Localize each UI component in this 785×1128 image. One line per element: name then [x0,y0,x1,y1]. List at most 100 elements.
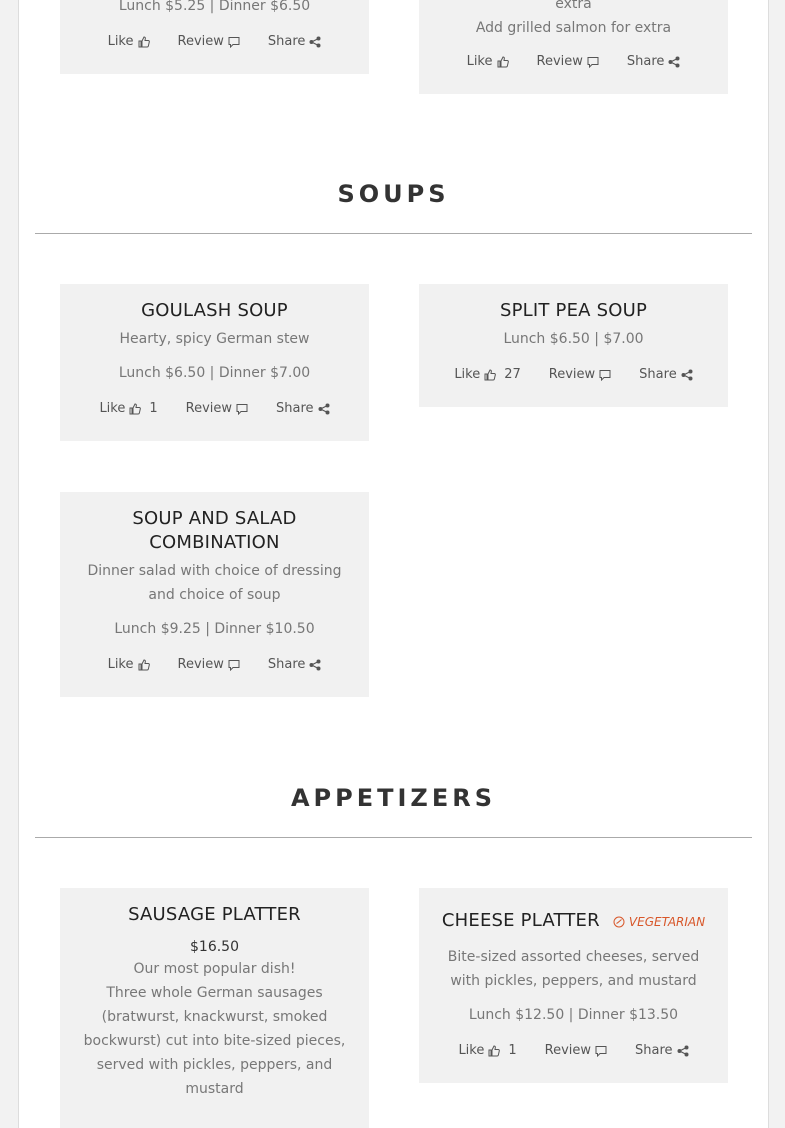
item-price: Lunch $6.50 | Dinner $7.00 [118,365,311,381]
menu-card-goulash-soup[interactable]: GOULASH SOUP Hearty, spicy German stew L… [60,284,369,441]
section-heading-soups: SOUPS [337,180,450,208]
item-description: extra [555,0,592,12]
share-icon [668,56,680,68]
comment-icon [228,37,240,48]
like-label: Like [107,657,134,672]
like-button[interactable]: Like [108,655,150,675]
item-description: Add grilled salmon for extra [475,20,672,36]
comment-icon [587,57,599,68]
item-name: GOULASH SOUP [141,300,288,321]
vegetarian-badge: VEGETARIAN [613,910,705,934]
thumbs-up-icon [138,659,150,671]
share-button[interactable]: Share [627,52,681,72]
share-icon [309,659,321,671]
review-button[interactable]: Review [549,365,611,385]
share-label: Share [635,1042,673,1058]
item-description: served with pickles, peppers, and [96,1057,333,1073]
like-label: Like [454,367,481,382]
item-description: (bratwurst, knackwurst, smoked [101,1009,328,1025]
item-actions: Like Review Share [82,655,347,675]
menu-card-partial-left: Lunch $5.25 | Dinner $6.50 Like Review S… [60,0,369,74]
menu-page: Lunch $5.25 | Dinner $6.50 Like Review S… [18,0,769,1128]
item-price: Lunch $5.25 | Dinner $6.50 [118,0,311,14]
like-label: Like [99,401,126,416]
share-label: Share [267,657,306,672]
share-label: Share [276,401,314,416]
comment-icon [595,1045,607,1057]
thumbs-up-icon [497,56,509,68]
thumbs-up-icon [129,403,142,415]
menu-card-soup-and-salad[interactable]: SOUP AND SALAD COMBINATION Dinner salad … [60,492,369,697]
item-description: with pickles, peppers, and mustard [450,972,697,989]
like-button[interactable]: Like [108,32,150,52]
section-divider [35,233,752,234]
review-button[interactable]: Review [186,399,248,419]
review-button[interactable]: Review [178,32,240,52]
thumbs-up-icon [138,36,150,48]
item-price: Lunch $6.50 | $7.00 [503,331,644,347]
item-description: Our most popular dish! [133,961,296,977]
comment-icon [236,404,248,415]
item-actions: Like 1 Review Share [82,399,347,419]
like-button[interactable]: Like [467,52,509,72]
review-label: Review [544,1042,592,1058]
like-count: 27 [504,367,521,382]
share-button[interactable]: Share [268,32,322,52]
vegetarian-label: VEGETARIAN [628,914,706,929]
item-actions: Like Review Share [82,32,347,52]
item-header: CHEESE PLATTER VEGETARIAN [441,909,706,934]
like-label: Like [107,34,134,49]
section-divider [35,837,752,838]
item-price: $16.50 [190,939,239,955]
item-name: SPLIT PEA SOUP [499,300,648,321]
thumbs-up-icon [488,1044,501,1056]
review-label: Review [177,657,224,672]
item-description: bockwurst) cut into bite-sized pieces, [83,1033,346,1049]
item-name: SOUP AND SALAD [132,508,297,529]
item-actions: Like 27 Review Share [441,365,706,385]
review-label: Review [548,367,596,382]
review-button[interactable]: Review [178,655,240,675]
comment-icon [599,370,611,381]
like-count: 1 [149,401,158,416]
share-icon [309,36,321,48]
item-description: Hearty, spicy German stew [119,331,310,347]
share-label: Share [639,367,677,382]
like-button[interactable]: Like 1 [458,1041,516,1061]
item-actions: Like 1 Review Share [441,1041,706,1061]
review-button[interactable]: Review [537,52,599,72]
share-label: Share [267,34,306,49]
like-button[interactable]: Like 1 [99,399,157,419]
review-label: Review [185,401,233,416]
share-icon [677,1045,689,1056]
item-description: Bite-sized assorted cheeses, served [447,948,700,965]
item-name: CHEESE PLATTER [441,910,600,931]
share-button[interactable]: Share [268,655,322,675]
review-label: Review [177,34,224,49]
thumbs-up-icon [484,369,497,381]
item-name: COMBINATION [149,532,280,553]
comment-icon [228,660,240,671]
share-button[interactable]: Share [639,365,693,385]
item-description: Dinner salad with choice of dressing [87,563,342,579]
menu-card-split-pea-soup[interactable]: SPLIT PEA SOUP Lunch $6.50 | $7.00 Like … [419,284,728,407]
share-label: Share [626,54,665,69]
section-heading-appetizers: APPETIZERS [290,784,496,812]
menu-card-sausage-platter[interactable]: SAUSAGE PLATTER $16.50 Our most popular … [60,888,369,1128]
item-actions: Like Review Share [441,52,706,72]
item-description: and choice of soup [148,587,281,603]
like-button[interactable]: Like 27 [454,365,520,385]
share-button[interactable]: Share [635,1041,689,1061]
share-button[interactable]: Share [276,399,330,419]
item-description: Three whole German sausages [106,985,323,1001]
like-label: Like [458,1042,485,1058]
menu-card-partial-right: extra Add grilled salmon for extra Like … [419,0,728,94]
share-icon [318,403,330,415]
item-price: Lunch $12.50 | Dinner $13.50 [468,1006,679,1023]
share-icon [681,369,693,381]
menu-card-cheese-platter[interactable]: CHEESE PLATTER VEGETARIAN Bite-sized ass… [419,888,728,1083]
item-description: mustard [185,1081,244,1097]
item-price: Lunch $9.25 | Dinner $10.50 [114,621,315,637]
review-button[interactable]: Review [545,1041,607,1061]
vegetarian-icon [613,916,625,927]
